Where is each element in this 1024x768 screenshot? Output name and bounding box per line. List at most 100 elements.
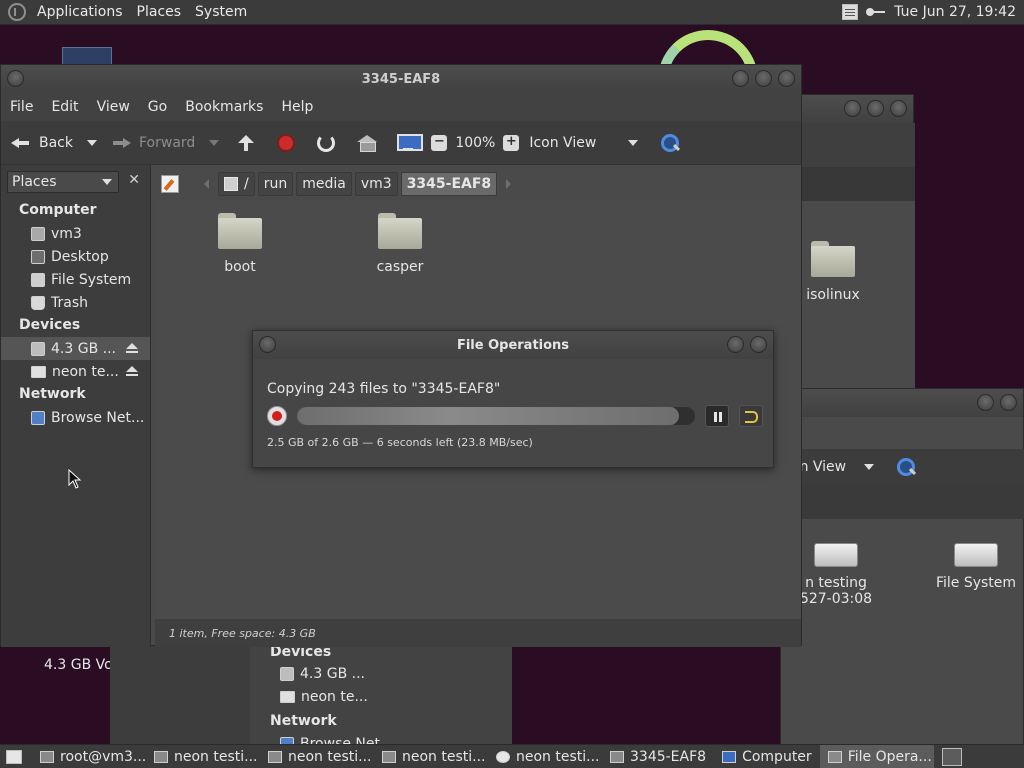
menu-edit[interactable]: Edit <box>42 99 87 115</box>
pause-button[interactable] <box>705 405 729 427</box>
desktop-icon-label[interactable]: 4.3 GB Vol <box>44 657 117 673</box>
folder-icon <box>378 213 422 249</box>
workspace-switcher[interactable] <box>941 747 962 766</box>
task-file-operations[interactable]: File Opera... <box>819 744 934 768</box>
minimize-icon[interactable] <box>732 70 749 87</box>
terminal-icon <box>40 750 54 763</box>
window-titlebar[interactable]: 3345-EAF8 <box>1 65 801 93</box>
menu-places[interactable]: Places <box>130 4 189 20</box>
menu-file[interactable]: File <box>1 99 42 115</box>
window-titlebar[interactable] <box>791 95 913 123</box>
chevron-down-icon[interactable] <box>209 139 220 146</box>
window-menu-icon[interactable] <box>259 336 276 353</box>
places-select[interactable]: Places <box>7 171 119 193</box>
search-icon[interactable] <box>896 457 916 477</box>
file-item[interactable]: File System <box>931 543 1021 591</box>
window-title: 3345-EAF8 <box>361 71 441 87</box>
task-disc[interactable]: neon testi... <box>488 745 602 768</box>
menu-go[interactable]: Go <box>139 99 176 115</box>
chevron-down-icon[interactable] <box>864 464 875 470</box>
file-item[interactable]: isolinux <box>793 241 873 303</box>
sidebar-item[interactable]: 4.3 GB ... <box>280 666 365 682</box>
up-icon[interactable] <box>237 134 255 152</box>
drive-icon <box>31 272 45 287</box>
window-titlebar[interactable] <box>781 389 1023 417</box>
background-window[interactable]: isolinux <box>790 94 915 395</box>
drive-icon <box>280 691 295 703</box>
task-computer[interactable]: Computer <box>714 745 820 768</box>
sidebar-section-computer: Computer <box>19 202 97 218</box>
drive-icon <box>954 543 998 567</box>
sidebar-item[interactable]: neon te... <box>280 689 368 705</box>
window-menu-icon[interactable] <box>7 70 24 87</box>
dialog-titlebar[interactable]: File Operations <box>253 331 773 359</box>
chevron-down-icon[interactable] <box>87 139 97 146</box>
maximize-icon[interactable] <box>977 394 994 411</box>
distro-logo-icon[interactable] <box>8 3 26 21</box>
menu-applications[interactable]: Applications <box>30 4 130 20</box>
edit-location-icon[interactable] <box>161 175 179 193</box>
task-terminal[interactable]: root@vm3... <box>32 745 146 768</box>
notes-icon[interactable] <box>842 4 859 20</box>
background-window[interactable]: on View n testing 527-03:08 File System <box>780 388 1024 768</box>
chevron-right-icon[interactable] <box>506 179 512 189</box>
breadcrumb-current[interactable]: 3345-EAF8 <box>400 172 498 196</box>
file-item-boot[interactable]: boot <box>200 213 280 275</box>
file-item[interactable]: n testing 527-03:08 <box>791 543 881 607</box>
chevron-left-icon[interactable] <box>204 179 209 189</box>
progress-bar <box>297 407 695 425</box>
eject-icon[interactable] <box>126 343 138 354</box>
close-icon[interactable] <box>1000 394 1017 411</box>
zoom-out-icon[interactable]: − <box>431 134 448 151</box>
breadcrumb-vm3[interactable]: vm3 <box>354 172 398 196</box>
breadcrumb-run[interactable]: run <box>257 172 294 196</box>
task-window[interactable]: neon testi... <box>260 745 374 768</box>
file-operations-dialog[interactable]: File Operations Copying 243 files to "33… <box>252 330 774 468</box>
task-window[interactable]: neon testi... <box>146 745 260 768</box>
zoom-level: 100% <box>455 134 496 151</box>
maximize-icon[interactable] <box>867 100 884 117</box>
disc-icon <box>496 750 510 763</box>
close-icon[interactable] <box>890 100 907 117</box>
sidebar-item-vm3[interactable]: vm3 <box>1 222 150 245</box>
maximize-icon[interactable] <box>755 70 772 87</box>
breadcrumb-media[interactable]: media <box>296 172 352 196</box>
close-sidebar-icon[interactable]: ✕ <box>128 172 140 188</box>
menu-system[interactable]: System <box>188 4 254 20</box>
chevron-down-icon[interactable] <box>628 139 639 146</box>
zoom-in-icon[interactable]: + <box>503 134 520 151</box>
file-item-label: File System <box>935 575 1017 591</box>
view-mode-select[interactable]: Icon View <box>529 135 596 151</box>
sidebar-item-desktop[interactable]: Desktop <box>1 245 150 268</box>
search-icon[interactable] <box>660 133 680 153</box>
breadcrumb-root[interactable]: / <box>218 172 255 196</box>
eject-icon[interactable] <box>126 366 138 377</box>
menu-view[interactable]: View <box>88 99 139 115</box>
task-folder[interactable]: 3345-EAF8 <box>602 745 714 768</box>
sidebar-item-browse-network[interactable]: Browse Net... <box>1 406 150 429</box>
task-window[interactable]: neon testi... <box>374 745 488 768</box>
minimize-icon[interactable] <box>727 336 744 353</box>
sidebar-item-trash[interactable]: Trash <box>1 291 150 314</box>
file-item-casper[interactable]: casper <box>360 213 440 275</box>
sidebar-item-file-system[interactable]: File System <box>1 268 150 291</box>
folder-icon <box>218 213 262 249</box>
menu-help[interactable]: Help <box>272 99 322 115</box>
close-icon[interactable] <box>778 70 795 87</box>
cancel-button[interactable] <box>739 405 763 427</box>
forward-button[interactable]: Forward <box>111 135 220 151</box>
minimize-icon[interactable] <box>844 100 861 117</box>
sidebar-item-neon-testing[interactable]: neon te... <box>1 360 150 383</box>
menu-bookmarks[interactable]: Bookmarks <box>176 99 272 115</box>
back-arrow-icon <box>11 135 31 151</box>
sidebar-item-usb-volume[interactable]: 4.3 GB ... <box>1 337 150 360</box>
stop-icon[interactable] <box>277 133 296 152</box>
show-desktop-icon[interactable] <box>6 749 22 764</box>
close-icon[interactable] <box>750 336 767 353</box>
home-icon[interactable] <box>357 134 378 152</box>
key-icon[interactable] <box>866 6 886 18</box>
reload-icon[interactable] <box>317 133 336 152</box>
back-button[interactable]: Back <box>11 135 97 151</box>
computer-icon[interactable] <box>397 133 424 152</box>
clock[interactable]: Tue Jun 27, 19:42 <box>894 4 1016 20</box>
